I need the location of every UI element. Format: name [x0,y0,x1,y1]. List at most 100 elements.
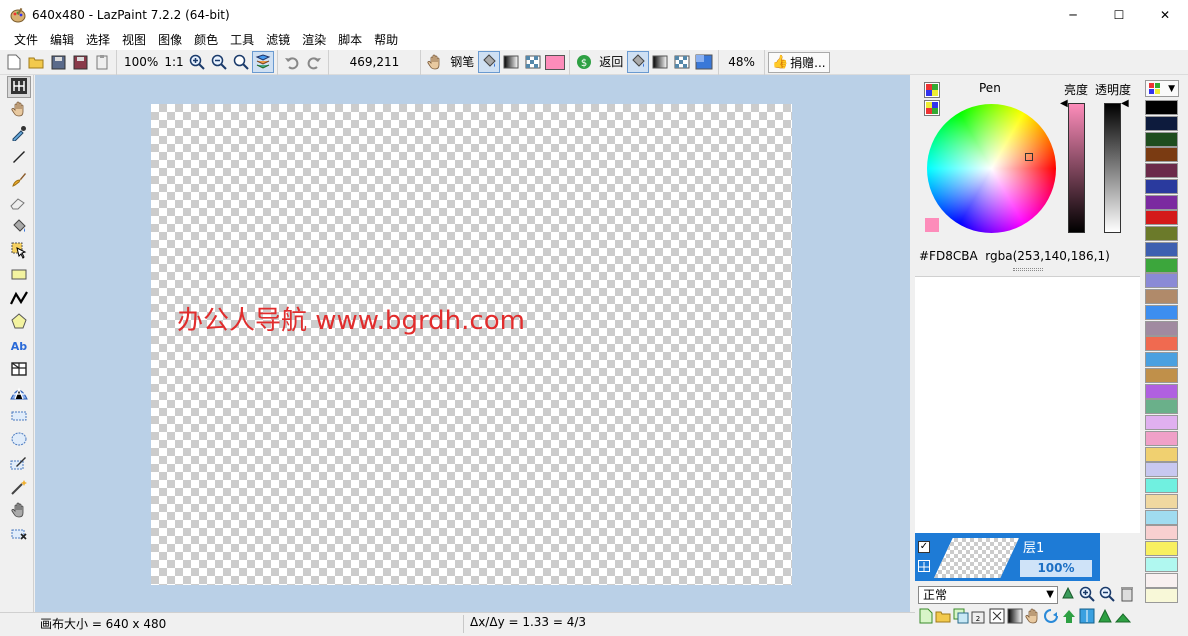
tool-brush[interactable] [7,170,31,192]
layer-trash-icon[interactable] [1120,586,1134,605]
image-canvas[interactable]: 办公人导航 www.bgrdh.com [151,104,792,585]
palette-swatch[interactable] [1145,572,1178,588]
undo-icon[interactable] [281,51,303,73]
layer-zoom-in-icon[interactable] [1079,586,1095,605]
layers-stack-icon[interactable] [251,51,274,73]
menu-color[interactable]: 颜色 [188,30,224,50]
tool-flood-fill[interactable] [7,218,31,240]
palette-swatch[interactable] [1145,304,1178,320]
layer-rotate-icon[interactable] [1043,608,1059,627]
palette-mode-icon[interactable] [924,100,940,116]
color-wheel[interactable] [927,104,1056,233]
new-file-icon[interactable] [3,51,25,73]
menu-script[interactable]: 脚本 [332,30,368,50]
back-color-swatch[interactable] [693,51,715,73]
palette-swatch[interactable] [1145,415,1178,430]
layer-align-icon[interactable] [1114,608,1132,627]
zoom-fit-icon[interactable] [230,51,252,73]
color-panel-grip[interactable] [1013,268,1043,271]
menu-edit[interactable]: 编辑 [44,30,80,50]
brightness-slider[interactable] [1068,103,1085,233]
palette-swatch[interactable] [1145,430,1178,446]
open-layer-icon[interactable] [935,608,951,627]
menu-render[interactable]: 渲染 [296,30,332,50]
palette-swatch[interactable] [1145,194,1178,210]
tool-deform-grid[interactable] [7,383,31,405]
tool-text[interactable]: Ab [7,336,31,358]
pen-mode-label[interactable]: 钢笔 [446,51,478,73]
palette-swatch[interactable] [1145,383,1178,399]
back-mode-label[interactable]: 返回 [595,51,627,73]
palette-swatch[interactable] [1145,367,1178,383]
tool-select-layer[interactable] [7,76,31,98]
zoom-ratio-button[interactable]: 1:1 [162,51,185,73]
redo-icon[interactable] [303,51,325,73]
maximize-button[interactable]: ☐ [1096,0,1142,30]
menu-filters[interactable]: 滤镜 [260,30,296,50]
layer-grid-icon[interactable] [918,560,930,572]
back-fill-bucket-icon[interactable] [627,51,650,73]
palette-swatch[interactable] [1145,320,1178,336]
palette-swatch[interactable] [1145,446,1178,462]
hand-icon[interactable] [424,51,446,73]
tool-magic-wand[interactable] [7,477,31,499]
alpha-slider[interactable] [1104,103,1121,233]
save-icon[interactable] [47,51,69,73]
canvas-area[interactable]: 办公人导航 www.bgrdh.com [35,75,910,612]
tool-rectangle[interactable] [7,265,31,287]
new-layer-icon[interactable] [919,608,933,627]
tool-select-deselect[interactable] [7,524,31,546]
palette-swatch[interactable] [1145,352,1178,367]
zoom-out-icon[interactable] [208,51,230,73]
palette-swatch[interactable] [1145,273,1178,289]
gradient-fill-icon[interactable] [500,51,522,73]
palette-swatch[interactable] [1145,588,1178,604]
palette-swatch[interactable] [1145,289,1178,304]
palette-menu-button[interactable]: ▼ [1145,80,1179,97]
color-mode-icon[interactable] [924,82,940,98]
palette-swatch[interactable] [1145,178,1178,194]
zoom-in-icon[interactable] [186,51,208,73]
merge-layer-icon[interactable]: 2 [971,608,987,627]
texture-fill-icon[interactable] [522,51,544,73]
tool-select-pen[interactable] [7,454,31,476]
open-folder-icon[interactable] [25,51,47,73]
layer-zoom-out-icon[interactable] [1099,586,1115,605]
pen-color-swatch[interactable] [544,51,566,73]
donate-button[interactable]: 👍 捐赠... [767,51,830,73]
paste-icon[interactable] [91,51,113,73]
palette-swatch[interactable] [1145,147,1178,163]
menu-tools[interactable]: 工具 [224,30,260,50]
layer-visible-checkbox[interactable]: ✓ [918,541,930,553]
tool-select-hand[interactable] [7,501,31,523]
minimize-button[interactable]: ─ [1050,0,1096,30]
palette-swatch[interactable] [1145,241,1178,257]
tool-hand[interactable] [7,100,31,122]
fill-bucket-icon[interactable] [478,51,501,73]
back-texture-icon[interactable] [671,51,693,73]
palette-swatch[interactable] [1145,131,1178,147]
palette-swatch[interactable] [1145,509,1178,525]
layer-gradient-icon[interactable] [1007,608,1023,627]
tool-edit-shape[interactable] [7,241,31,263]
tool-color-picker[interactable] [7,123,31,145]
layer-hand-icon[interactable] [1025,608,1041,627]
palette-swatch[interactable] [1145,478,1178,493]
layer-effects-icon[interactable] [989,608,1005,627]
palette-swatch[interactable] [1145,493,1178,509]
palette-swatch[interactable] [1145,100,1178,115]
layer-resize-icon[interactable] [1097,608,1113,627]
menu-file[interactable]: 文件 [8,30,44,50]
palette-swatch[interactable] [1145,257,1178,273]
tool-polyline[interactable] [7,288,31,310]
tool-perspective[interactable] [7,359,31,381]
palette-swatch[interactable] [1145,226,1178,241]
tool-pen[interactable] [7,147,31,169]
layer-opacity-icon[interactable] [1061,586,1075,604]
palette-swatch[interactable] [1145,556,1178,572]
tool-eraser[interactable] [7,194,31,216]
menu-view[interactable]: 视图 [116,30,152,50]
tool-select-ellipse[interactable] [7,430,31,452]
tool-select-rect[interactable] [7,406,31,428]
menu-help[interactable]: 帮助 [368,30,404,50]
